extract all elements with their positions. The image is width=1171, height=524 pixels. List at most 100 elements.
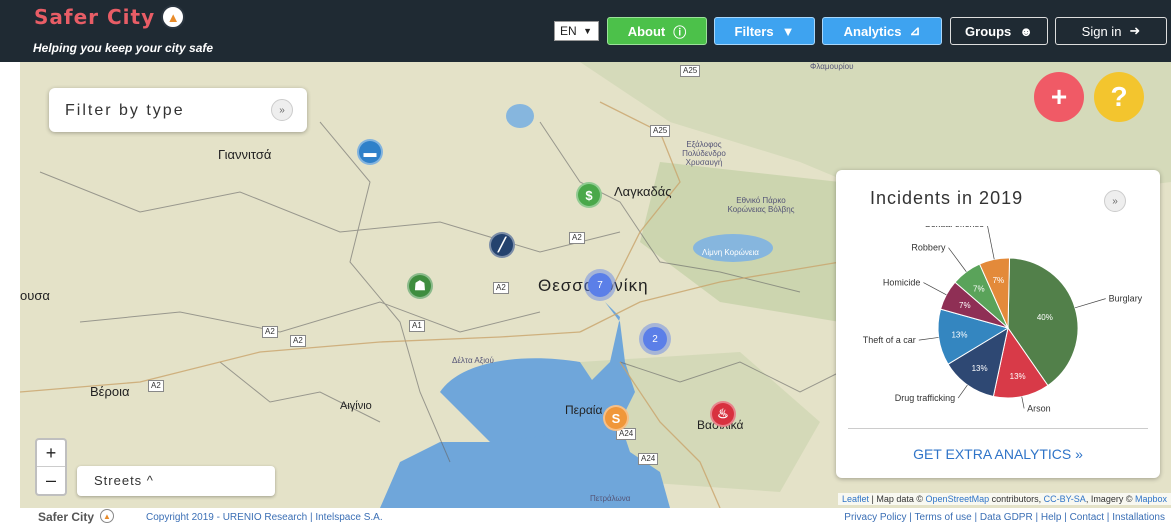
layer-switcher[interactable]: Streets ^	[77, 466, 275, 496]
place-peaks: Φλαμουρίου	[810, 62, 854, 71]
osm-link[interactable]: OpenStreetMap	[926, 494, 990, 504]
help-button[interactable]: ?	[1094, 72, 1144, 122]
pie-category-label: Drug trafficking	[895, 393, 955, 403]
zoom-in-button[interactable]: +	[37, 440, 65, 467]
pie-category-label: Sexual offense	[925, 226, 984, 229]
plus-icon: +	[1050, 81, 1068, 112]
footer-logo-icon: ▲	[100, 509, 114, 523]
expand-chevron-icon[interactable]: »	[271, 99, 293, 121]
sexual-offense-marker[interactable]: S	[603, 405, 629, 431]
pie-leader-line	[918, 337, 939, 341]
burglary-marker[interactable]: ☗	[407, 273, 433, 299]
collapse-chevron-icon[interactable]: »	[1104, 190, 1126, 212]
incident-cluster[interactable]: 7	[584, 269, 616, 301]
pie-category-label: Robbery	[911, 243, 946, 253]
pie-value-label: 7%	[993, 276, 1005, 285]
groups-label: Groups	[965, 23, 1012, 39]
brand[interactable]: Safer City ▲	[34, 5, 186, 29]
pie-value-label: 40%	[1037, 313, 1053, 322]
info-icon: ⓘ	[673, 24, 687, 40]
dollar-icon: S	[611, 410, 621, 426]
attribution-text: | Map data ©	[869, 494, 926, 504]
road-shield: A2	[148, 380, 164, 392]
car-theft-marker[interactable]: ▬	[357, 139, 383, 165]
pie-category-label: Theft of a car	[863, 335, 916, 345]
pie-value-label: 7%	[959, 301, 971, 310]
fire-icon: ♨	[717, 406, 729, 421]
pie-leader-line	[957, 384, 968, 399]
signin-icon: ➜	[1129, 23, 1141, 38]
panel-title: Incidents in 2019	[870, 188, 1024, 208]
footer-copyright[interactable]: Copyright 2019 - URENIO Research | Intel…	[146, 512, 383, 523]
burglar-icon: ☗	[414, 278, 426, 293]
place-verroia: Βέροια	[90, 384, 130, 399]
top-navbar: Safer City ▲ Helping you keep your city …	[0, 0, 1171, 62]
place-petralona: Πετράλωνα	[590, 494, 631, 503]
road-shield: A2	[290, 335, 306, 347]
drug-trafficking-marker[interactable]: ╱	[489, 232, 515, 258]
road-shield: A1	[409, 320, 425, 332]
place-exalofos: Εξάλοφος Πολύδενδρο Χρυσαυγή	[682, 140, 726, 167]
zoom-control: + –	[35, 438, 67, 496]
pie-value-label: 13%	[972, 364, 988, 373]
incidents-panel: Incidents in 2019 » 40% Burglary 13% Arson 1…	[836, 170, 1160, 478]
map-attribution: Leaflet | Map data © OpenStreetMap contr…	[838, 493, 1171, 505]
place-peraia: Περαία	[565, 403, 603, 417]
add-incident-button[interactable]: +	[1034, 72, 1084, 122]
pie-leader-line	[923, 282, 947, 296]
pie-leader-line	[1074, 298, 1106, 309]
pie-category-label: Homicide	[883, 278, 921, 288]
syringe-icon: ╱	[498, 237, 506, 252]
incidents-pie-chart: 40% Burglary 13% Arson 13% Drug trafficking 13…	[863, 226, 1143, 413]
footer-links[interactable]: Privacy Policy | Terms of use | Data GDP…	[844, 512, 1165, 523]
filters-button[interactable]: Filters ▼	[714, 17, 815, 45]
pie-category-label: Burglary	[1109, 294, 1143, 304]
pie-category-label: Arson	[1027, 403, 1051, 413]
place-park: Εθνικό Πάρκο Κορώνειας Βόλβης	[727, 196, 795, 214]
place-delta: Δέλτα Αξιού	[452, 356, 494, 365]
pie-value-label: 13%	[951, 331, 967, 340]
leaflet-link[interactable]: Leaflet	[842, 494, 869, 504]
pie-leader-line	[948, 247, 967, 272]
question-icon: ?	[1110, 81, 1128, 112]
road-shield: A2	[262, 326, 278, 338]
pie-value-label: 13%	[1010, 372, 1026, 381]
pie-value-label: 7%	[973, 285, 985, 294]
users-icon: ☻	[1019, 23, 1033, 39]
place-lagkadas: Λαγκαδάς	[614, 184, 672, 199]
signin-button[interactable]: Sign in ➜	[1055, 17, 1167, 45]
place-koroneia: Λίμνη Κορώνεια	[702, 248, 759, 257]
zoom-out-button[interactable]: –	[37, 467, 65, 494]
attribution-text: contributors,	[989, 494, 1044, 504]
place-giannitsa: Γιαννιτσά	[218, 147, 272, 162]
app-root: Safer City ▲ Helping you keep your city …	[0, 0, 1171, 524]
road-shield: A2	[569, 232, 585, 244]
incident-cluster[interactable]: 2	[639, 323, 671, 355]
about-button[interactable]: About ⓘ	[607, 17, 707, 45]
language-value: EN	[560, 24, 577, 38]
panel-divider	[848, 428, 1148, 429]
mapbox-link[interactable]: Mapbox	[1135, 494, 1167, 504]
robbery-marker[interactable]: $	[576, 182, 602, 208]
cluster-count: 7	[588, 273, 612, 297]
analytics-button[interactable]: Analytics ⊿	[822, 17, 942, 45]
arson-marker[interactable]: ♨	[710, 401, 736, 427]
pie-leader-line	[1021, 396, 1025, 409]
analytics-label: Analytics	[843, 23, 902, 39]
get-extra-analytics-link[interactable]: GET EXTRA ANALYTICS »	[836, 446, 1160, 462]
cluster-count: 2	[643, 327, 667, 351]
road-shield: A25	[680, 65, 701, 77]
road-shield: A24	[638, 453, 659, 465]
groups-button[interactable]: Groups ☻	[950, 17, 1048, 45]
place-aiginio: Αιγίνιο	[340, 400, 372, 412]
language-select[interactable]: EN ▼	[554, 21, 599, 41]
signin-label: Sign in	[1081, 23, 1122, 39]
tagline: Helping you keep your city safe	[33, 41, 214, 55]
footer-brand: Safer City	[38, 510, 95, 524]
license-link[interactable]: CC-BY-SA	[1044, 494, 1086, 504]
filter-title: Filter by type	[65, 102, 185, 119]
dropdown-caret-icon: ▼	[583, 26, 592, 36]
road-shield: A25	[650, 125, 671, 137]
logo-icon: ▲	[161, 5, 186, 29]
filter-by-type-panel[interactable]: Filter by type »	[49, 88, 307, 132]
